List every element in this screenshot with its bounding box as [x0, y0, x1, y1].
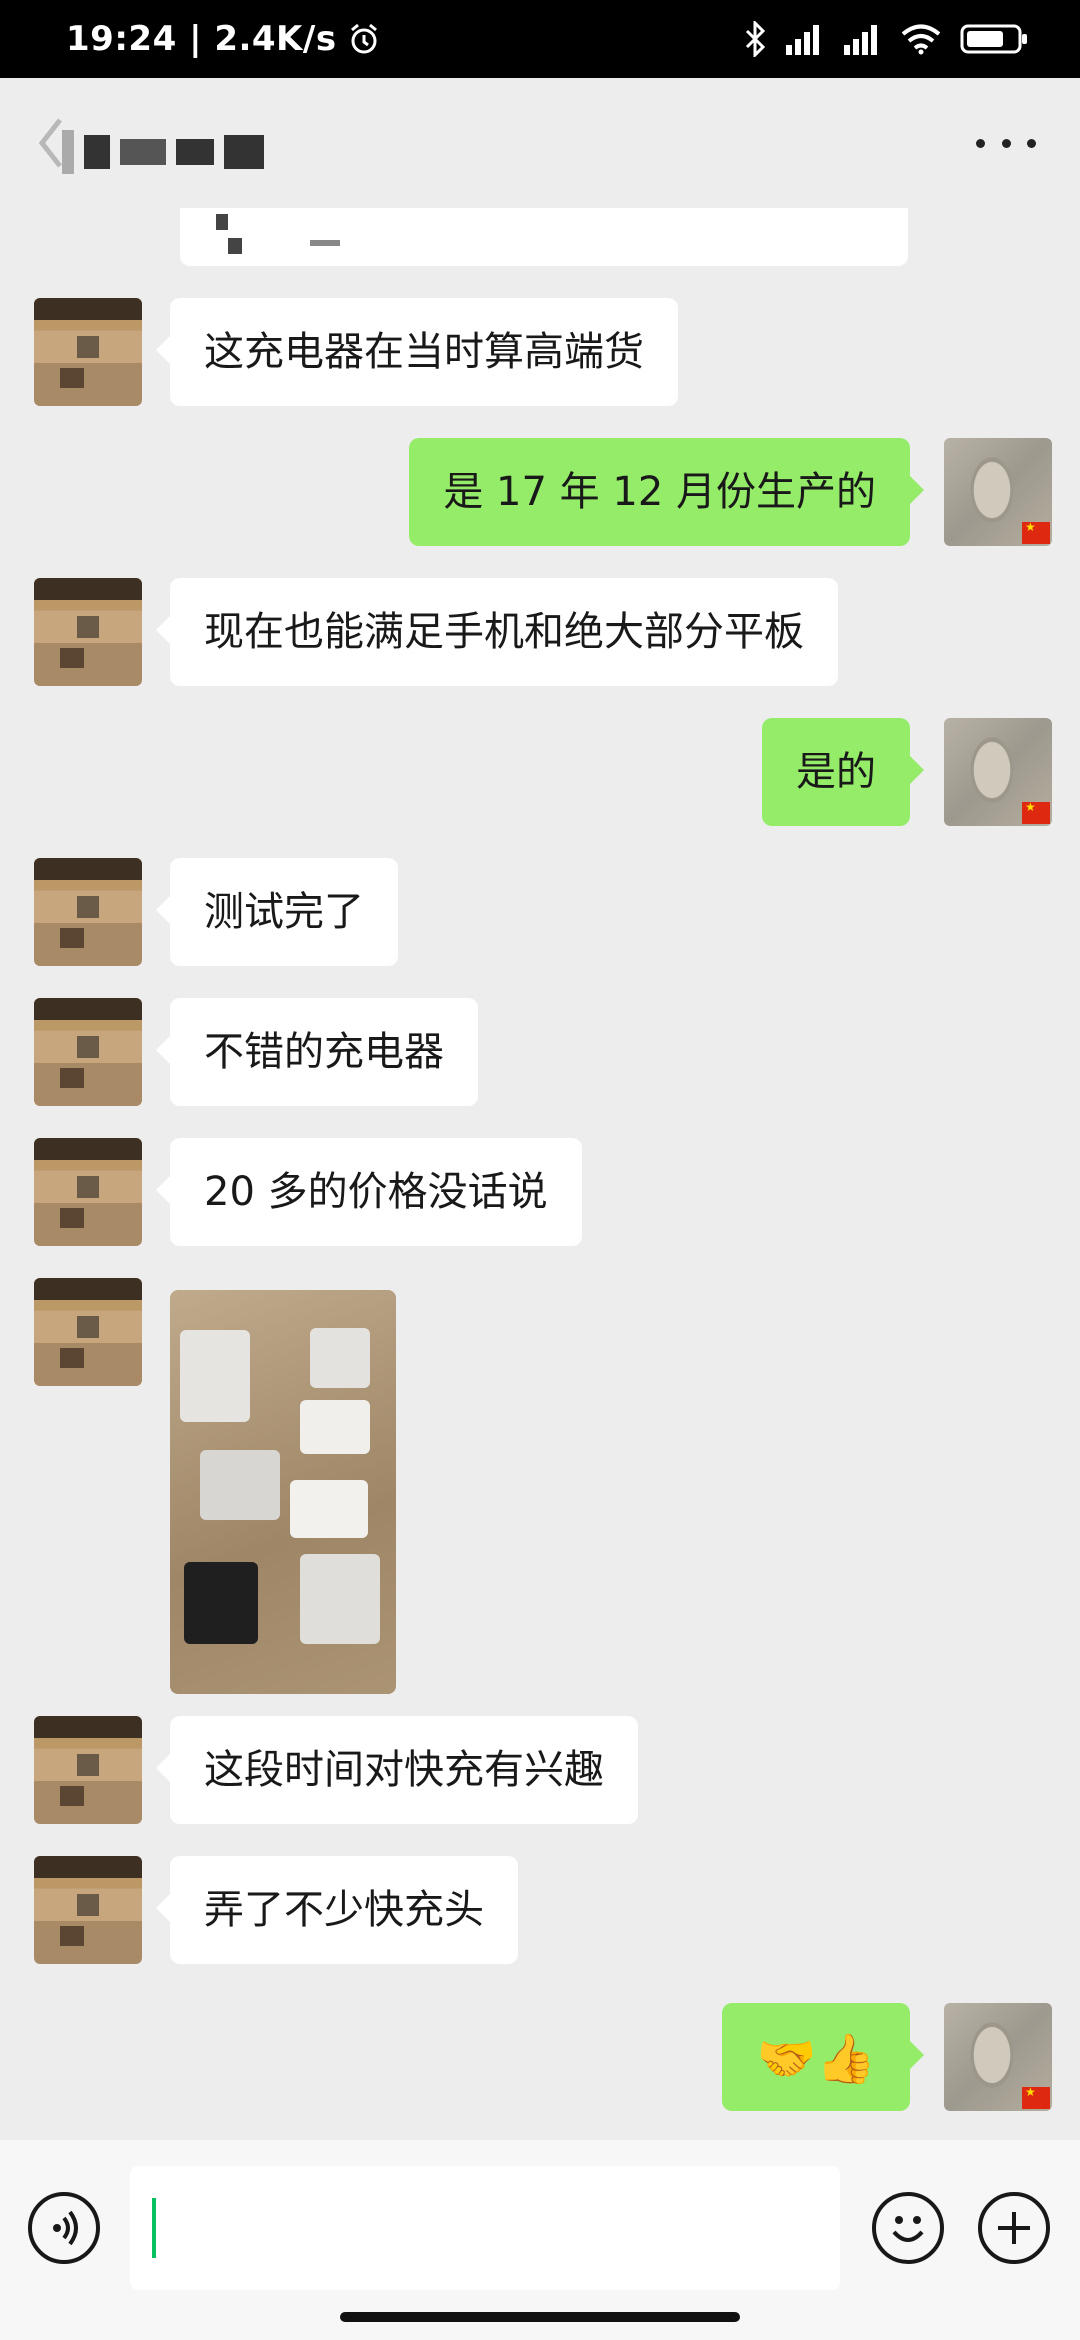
plus-icon[interactable]	[978, 2192, 1050, 2264]
emoji-face-icon[interactable]	[872, 2192, 944, 2264]
my-avatar[interactable]	[944, 2003, 1052, 2111]
status-time: 19:24	[66, 19, 177, 59]
my-avatar[interactable]	[944, 438, 1052, 546]
charger-shape	[184, 1562, 258, 1644]
message-bubble-received[interactable]: 测试完了	[156, 858, 398, 966]
alarm-icon	[350, 23, 377, 54]
bluetooth-icon	[745, 21, 766, 57]
status-left: 19:24 | 2.4K/s	[66, 0, 381, 78]
contact-avatar[interactable]	[34, 1716, 142, 1824]
text-cursor	[152, 2198, 156, 2258]
message-bubble-sent[interactable]: 是 17 年 12 月份生产的	[409, 438, 924, 546]
signal-icon	[786, 25, 819, 55]
contact-avatar[interactable]	[34, 298, 142, 406]
message-list[interactable]: 这充电器在当时算高端货 是 17 年 12 月份生产的 现在也能满足手机和绝大部…	[0, 208, 1080, 2140]
message-bubble-received[interactable]: 20 多的价格没话说	[156, 1138, 582, 1246]
contact-avatar[interactable]	[34, 998, 142, 1106]
contact-avatar[interactable]	[34, 1856, 142, 1964]
message-bubble-received[interactable]: 这充电器在当时算高端货	[156, 298, 678, 406]
battery-icon	[960, 24, 1027, 54]
charger-shape	[200, 1450, 280, 1520]
contact-avatar[interactable]	[34, 1278, 142, 1386]
china-flag-icon	[1022, 520, 1050, 544]
contact-name-redacted	[62, 130, 264, 174]
charger-shape	[300, 1554, 380, 1644]
partial-message-bubble	[180, 208, 908, 266]
chat-header	[0, 78, 1080, 208]
message-bubble-sent-emoji[interactable]: 🤝👍	[722, 2003, 924, 2111]
status-net-speed: 2.4K/s	[214, 19, 337, 59]
contact-avatar[interactable]	[34, 578, 142, 686]
charger-shape	[180, 1330, 250, 1422]
message-bubble-received[interactable]: 不错的充电器	[156, 998, 478, 1106]
status-right	[744, 0, 1030, 78]
signal-icon	[844, 25, 877, 55]
contact-avatar[interactable]	[34, 858, 142, 966]
message-bubble-sent[interactable]: 是的	[762, 718, 924, 826]
status-separator: |	[176, 19, 215, 59]
status-bar: 19:24 | 2.4K/s	[0, 0, 1080, 78]
message-bubble-received[interactable]: 弄了不少快充头	[156, 1856, 518, 1964]
china-flag-icon	[1022, 800, 1050, 824]
voice-icon[interactable]	[28, 2192, 100, 2264]
charger-shape	[290, 1480, 368, 1538]
message-bubble-received[interactable]: 这段时间对快充有兴趣	[156, 1716, 638, 1824]
more-icon[interactable]	[976, 118, 1036, 168]
message-input[interactable]	[130, 2166, 840, 2290]
china-flag-icon	[1022, 2085, 1050, 2109]
input-bar	[0, 2140, 1080, 2340]
charger-shape	[310, 1328, 370, 1388]
home-indicator[interactable]	[340, 2312, 740, 2322]
handshake-thumbs-up-emoji: 🤝👍	[756, 2031, 876, 2087]
message-image-chargers[interactable]	[170, 1290, 396, 1694]
charger-shape	[300, 1400, 370, 1454]
wifi-icon	[901, 24, 941, 55]
my-avatar[interactable]	[944, 718, 1052, 826]
contact-avatar[interactable]	[34, 1138, 142, 1246]
message-bubble-received[interactable]: 现在也能满足手机和绝大部分平板	[156, 578, 838, 686]
